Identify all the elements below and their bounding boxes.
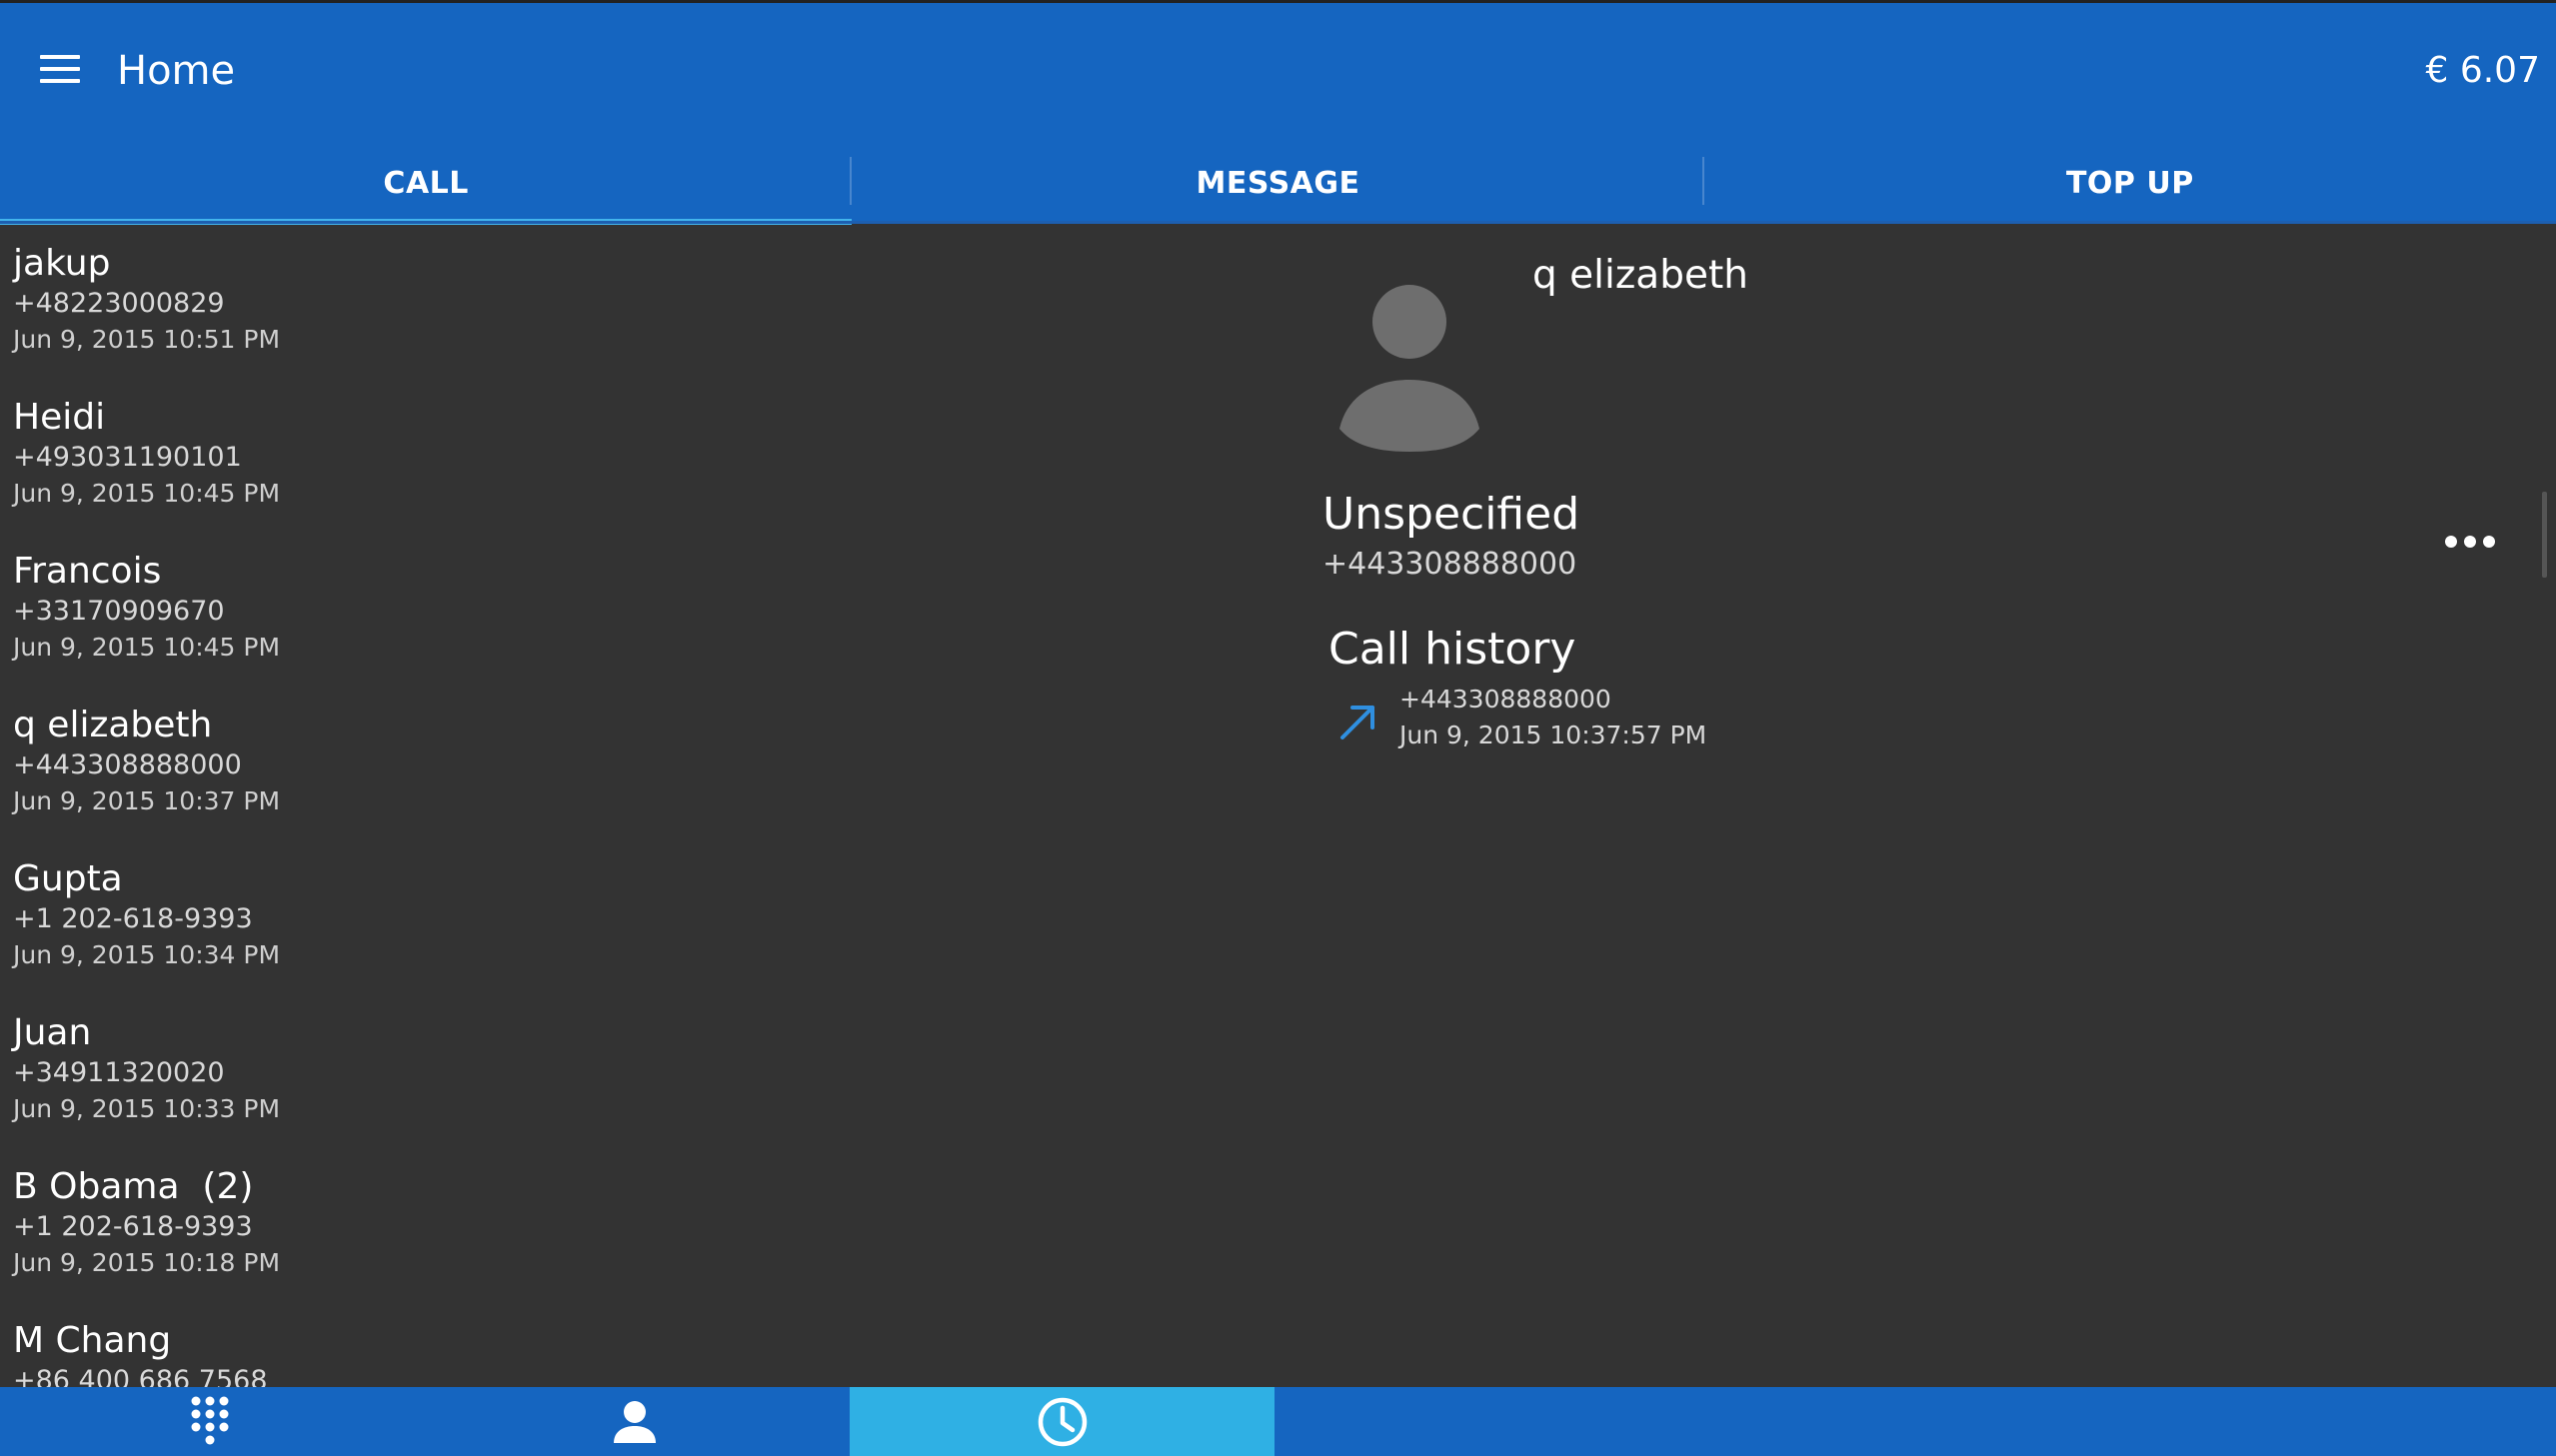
- call-contact-name: jakup: [13, 243, 111, 284]
- outgoing-call-arrow-icon: [1340, 706, 1374, 739]
- call-log-item[interactable]: Francois +33170909670 Jun 9, 2015 10:45 …: [13, 550, 833, 666]
- tab-call[interactable]: CALL: [0, 141, 853, 225]
- call-timestamp: Jun 9, 2015 10:18 PM: [13, 1248, 281, 1277]
- tab-call-label: CALL: [383, 165, 469, 201]
- call-contact-name: Heidi: [13, 397, 106, 438]
- call-phone-number: +33170909670: [13, 596, 225, 627]
- call-contact-name: B Obama (2): [13, 1166, 254, 1207]
- call-log-item[interactable]: Gupta +1 202-618-9393 Jun 9, 2015 10:34 …: [13, 857, 833, 973]
- page-title: Home: [117, 48, 236, 94]
- call-timestamp: Jun 9, 2015 10:33 PM: [13, 1094, 281, 1123]
- call-history-title: Call history: [1328, 624, 1576, 675]
- call-phone-number: +34911320020: [13, 1057, 225, 1088]
- tab-message[interactable]: MESSAGE: [852, 141, 1704, 225]
- tab-message-label: MESSAGE: [1196, 165, 1360, 201]
- call-contact-name: Gupta: [13, 858, 123, 899]
- call-phone-number: +86 400 686 7568: [13, 1365, 268, 1387]
- history-phone-number: +443308888000: [1399, 685, 1611, 714]
- nav-recent-calls[interactable]: [850, 1387, 1275, 1456]
- more-horizontal-icon: [2445, 536, 2457, 548]
- more-horizontal-icon: [2464, 536, 2476, 548]
- app-bar: Home € 6.07 CALL MESSAGE TOP UP: [0, 0, 2556, 225]
- dialpad-icon: [191, 1396, 229, 1444]
- call-phone-number: +493031190101: [13, 442, 242, 473]
- call-timestamp: Jun 9, 2015 10:45 PM: [13, 479, 281, 508]
- balance-display: € 6.07: [2425, 50, 2540, 91]
- call-phone-number: +48223000829: [13, 288, 225, 319]
- call-contact-name: q elizabeth: [13, 705, 213, 745]
- scrollbar[interactable]: [2542, 492, 2547, 578]
- more-options-button[interactable]: [2435, 522, 2505, 562]
- more-horizontal-icon: [2483, 536, 2495, 548]
- hamburger-menu-icon[interactable]: [40, 55, 80, 85]
- person-avatar-icon: [1339, 285, 1479, 452]
- call-log-item[interactable]: B Obama (2) +1 202-618-9393 Jun 9, 2015 …: [13, 1165, 833, 1281]
- contacts-icon: [614, 1400, 656, 1443]
- number-type-label: Unspecified: [1322, 489, 1580, 540]
- contact-detail-panel: q elizabeth Unspecified +443308888000 Ca…: [850, 222, 2556, 1387]
- call-phone-number: +1 202-618-9393: [13, 1211, 253, 1242]
- contact-phone-number[interactable]: +443308888000: [1322, 545, 1576, 585]
- tab-top-up-label: TOP UP: [2065, 165, 2194, 201]
- call-log-item[interactable]: M Chang +86 400 686 7568: [13, 1319, 833, 1387]
- nav-dialpad[interactable]: [0, 1387, 420, 1456]
- call-contact-name: Francois: [13, 551, 162, 592]
- call-log-item[interactable]: Heidi +493031190101 Jun 9, 2015 10:45 PM: [13, 396, 833, 512]
- call-log-item[interactable]: jakup +48223000829 Jun 9, 2015 10:51 PM: [13, 242, 833, 358]
- call-timestamp: Jun 9, 2015 10:45 PM: [13, 633, 281, 662]
- history-timestamp: Jun 9, 2015 10:37:57 PM: [1399, 721, 1707, 749]
- tab-bar: CALL MESSAGE TOP UP: [0, 141, 2556, 225]
- call-contact-name: M Chang: [13, 1320, 172, 1361]
- call-log-item[interactable]: q elizabeth +443308888000 Jun 9, 2015 10…: [13, 704, 833, 819]
- call-phone-number: +1 202-618-9393: [13, 903, 253, 934]
- tab-top-up[interactable]: TOP UP: [1704, 141, 2556, 225]
- nav-contacts[interactable]: [420, 1387, 850, 1456]
- call-log-list[interactable]: jakup +48223000829 Jun 9, 2015 10:51 PM …: [0, 222, 850, 1387]
- call-contact-name: Juan: [13, 1012, 92, 1053]
- contact-name: q elizabeth: [1532, 253, 1748, 298]
- call-timestamp: Jun 9, 2015 10:37 PM: [13, 786, 281, 815]
- bottom-navigation: [0, 1387, 2556, 1456]
- call-phone-number: +443308888000: [13, 749, 242, 780]
- call-timestamp: Jun 9, 2015 10:51 PM: [13, 325, 281, 354]
- recent-calls-clock-icon: [1038, 1397, 1087, 1446]
- call-log-item[interactable]: Juan +34911320020 Jun 9, 2015 10:33 PM: [13, 1011, 833, 1127]
- call-timestamp: Jun 9, 2015 10:34 PM: [13, 940, 281, 969]
